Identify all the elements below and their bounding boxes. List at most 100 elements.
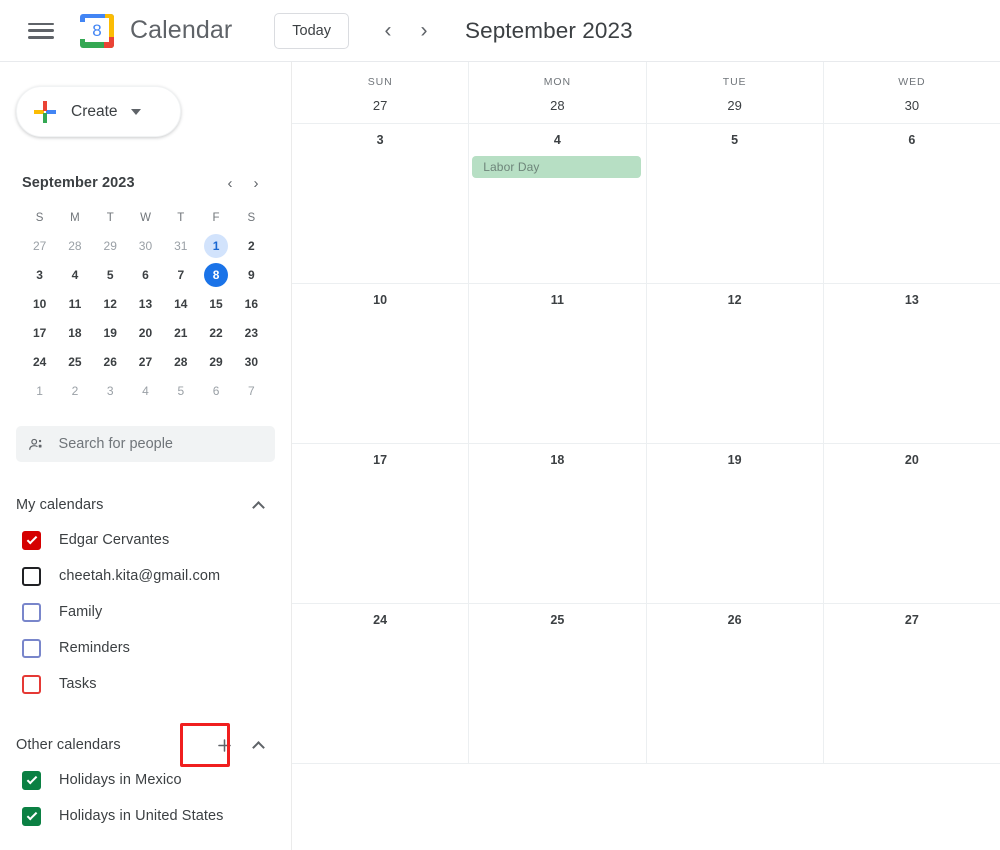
day-number[interactable]: 5 bbox=[647, 133, 823, 147]
mini-calendar-day[interactable]: 15 bbox=[198, 290, 233, 317]
day-cell[interactable]: 12 bbox=[645, 284, 823, 443]
day-number[interactable]: 26 bbox=[647, 613, 823, 627]
checkbox-unchecked[interactable] bbox=[22, 638, 41, 658]
mini-calendar-day[interactable]: 23 bbox=[234, 319, 269, 346]
checkbox-checked[interactable] bbox=[22, 530, 41, 550]
mini-calendar-day[interactable]: 5 bbox=[93, 261, 128, 288]
event-chip[interactable]: Labor Day bbox=[472, 156, 641, 178]
mini-calendar-day[interactable]: 28 bbox=[57, 232, 92, 259]
day-cell[interactable]: 24 bbox=[292, 604, 468, 763]
other-calendars-header[interactable]: Other calendars bbox=[16, 723, 275, 767]
day-cell[interactable]: 10 bbox=[292, 284, 468, 443]
my-calendar-item[interactable]: Reminders bbox=[16, 630, 275, 666]
hamburger-menu-icon[interactable] bbox=[28, 21, 54, 41]
my-calendar-item[interactable]: cheetah.kita@gmail.com bbox=[16, 558, 275, 594]
mini-calendar-day[interactable]: 14 bbox=[163, 290, 198, 317]
my-calendars-header[interactable]: My calendars bbox=[16, 488, 275, 522]
day-number[interactable]: 3 bbox=[292, 133, 468, 147]
mini-calendar-day[interactable]: 1 bbox=[198, 232, 233, 259]
checkbox-checked[interactable] bbox=[22, 770, 41, 790]
checkbox-checked[interactable] bbox=[22, 806, 41, 826]
mini-calendar-day[interactable]: 24 bbox=[22, 348, 57, 375]
mini-calendar-day[interactable]: 3 bbox=[93, 377, 128, 404]
day-number[interactable]: 25 bbox=[469, 613, 645, 627]
mini-calendar-day[interactable]: 18 bbox=[57, 319, 92, 346]
mini-calendar-day[interactable]: 28 bbox=[163, 348, 198, 375]
add-other-calendar-button[interactable] bbox=[207, 728, 241, 762]
day-number[interactable]: 24 bbox=[292, 613, 468, 627]
mini-calendar-day[interactable]: 16 bbox=[234, 290, 269, 317]
day-cell[interactable]: 5 bbox=[645, 124, 823, 283]
mini-calendar-day[interactable]: 21 bbox=[163, 319, 198, 346]
mini-calendar-day[interactable]: 19 bbox=[93, 319, 128, 346]
today-button[interactable]: Today bbox=[274, 12, 349, 49]
mini-calendar-day[interactable]: 2 bbox=[234, 232, 269, 259]
mini-calendar-day[interactable]: 1 bbox=[22, 377, 57, 404]
day-of-week-date[interactable]: 29 bbox=[727, 98, 741, 113]
day-cell[interactable]: 27 bbox=[822, 604, 1000, 763]
mini-calendar-day[interactable]: 6 bbox=[128, 261, 163, 288]
day-number[interactable]: 18 bbox=[469, 453, 645, 467]
mini-calendar-day[interactable]: 30 bbox=[128, 232, 163, 259]
mini-calendar-day[interactable]: 9 bbox=[234, 261, 269, 288]
mini-calendar-day[interactable]: 4 bbox=[128, 377, 163, 404]
search-for-people-field[interactable] bbox=[16, 426, 275, 462]
mini-calendar-day[interactable]: 8 bbox=[198, 261, 233, 288]
previous-period-button[interactable]: ‹ bbox=[371, 14, 405, 48]
mini-calendar-prev-button[interactable]: ‹ bbox=[217, 170, 243, 196]
day-number[interactable]: 10 bbox=[292, 293, 468, 307]
mini-calendar-day[interactable]: 7 bbox=[163, 261, 198, 288]
mini-calendar-next-button[interactable]: › bbox=[243, 170, 269, 196]
day-cell[interactable]: 19 bbox=[645, 444, 823, 603]
mini-calendar-day[interactable]: 22 bbox=[198, 319, 233, 346]
mini-calendar-day[interactable]: 20 bbox=[128, 319, 163, 346]
checkbox-unchecked[interactable] bbox=[22, 674, 41, 694]
create-button[interactable]: Create bbox=[16, 86, 181, 137]
my-calendar-item[interactable]: Edgar Cervantes bbox=[16, 522, 275, 558]
other-calendar-item[interactable]: Holidays in United States bbox=[16, 798, 275, 834]
day-number[interactable]: 13 bbox=[824, 293, 1000, 307]
mini-calendar-day[interactable]: 25 bbox=[57, 348, 92, 375]
day-of-week-date[interactable]: 30 bbox=[905, 98, 919, 113]
checkbox-unchecked[interactable] bbox=[22, 602, 41, 622]
mini-calendar-day[interactable]: 30 bbox=[234, 348, 269, 375]
mini-calendar-day[interactable]: 6 bbox=[198, 377, 233, 404]
day-cell[interactable]: 13 bbox=[822, 284, 1000, 443]
search-for-people-input[interactable] bbox=[58, 436, 263, 452]
mini-calendar-day[interactable]: 27 bbox=[22, 232, 57, 259]
mini-calendar-day[interactable]: 3 bbox=[22, 261, 57, 288]
mini-calendar-day[interactable]: 31 bbox=[163, 232, 198, 259]
checkbox-unchecked[interactable] bbox=[22, 566, 41, 586]
day-cell[interactable]: 26 bbox=[645, 604, 823, 763]
my-calendar-item[interactable]: Tasks bbox=[16, 666, 275, 702]
my-calendars-collapse-button[interactable] bbox=[241, 488, 275, 522]
day-of-week-date[interactable]: 28 bbox=[550, 98, 564, 113]
other-calendars-collapse-button[interactable] bbox=[241, 728, 275, 762]
day-number[interactable]: 12 bbox=[647, 293, 823, 307]
day-number[interactable]: 19 bbox=[647, 453, 823, 467]
next-period-button[interactable]: › bbox=[407, 14, 441, 48]
mini-calendar-day[interactable]: 11 bbox=[57, 290, 92, 317]
day-number[interactable]: 11 bbox=[469, 293, 645, 307]
mini-calendar-day[interactable]: 27 bbox=[128, 348, 163, 375]
mini-calendar-day[interactable]: 10 bbox=[22, 290, 57, 317]
day-cell[interactable]: 17 bbox=[292, 444, 468, 603]
day-cell[interactable]: 18 bbox=[468, 444, 645, 603]
day-of-week-date[interactable]: 27 bbox=[373, 98, 387, 113]
day-cell[interactable]: 11 bbox=[468, 284, 645, 443]
day-cell[interactable]: 4 Labor Day bbox=[468, 124, 645, 283]
my-calendar-item[interactable]: Family bbox=[16, 594, 275, 630]
mini-calendar-day[interactable]: 29 bbox=[93, 232, 128, 259]
day-number[interactable]: 6 bbox=[824, 133, 1000, 147]
mini-calendar-day[interactable]: 29 bbox=[198, 348, 233, 375]
mini-calendar-day[interactable]: 4 bbox=[57, 261, 92, 288]
day-number[interactable]: 4 bbox=[469, 133, 645, 147]
mini-calendar-day[interactable]: 13 bbox=[128, 290, 163, 317]
day-cell[interactable]: 20 bbox=[822, 444, 1000, 603]
day-cell[interactable]: 6 bbox=[822, 124, 1000, 283]
mini-calendar-day[interactable]: 5 bbox=[163, 377, 198, 404]
mini-calendar-day[interactable]: 7 bbox=[234, 377, 269, 404]
mini-calendar-day[interactable]: 2 bbox=[57, 377, 92, 404]
day-number[interactable]: 20 bbox=[824, 453, 1000, 467]
mini-calendar-day[interactable]: 12 bbox=[93, 290, 128, 317]
